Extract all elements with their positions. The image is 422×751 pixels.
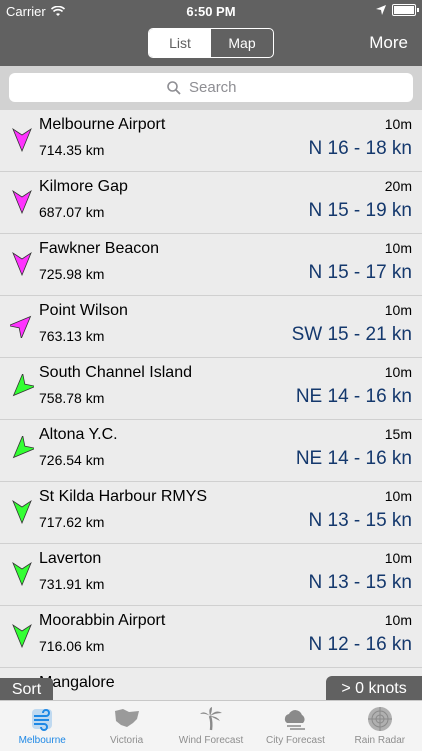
station-row[interactable]: Moorabbin Airport 716.06 km 10m N 12 - 16 k… — [0, 606, 422, 668]
status-bar: Carrier 6:50 PM — [0, 0, 422, 22]
station-wind-speed: SW 15 - 21 kn — [291, 324, 412, 345]
station-distance: 731.91 km — [39, 576, 105, 592]
station-distance: 726.54 km — [39, 452, 105, 468]
search-input[interactable] — [187, 78, 255, 97]
nav-bar: List Map More — [0, 22, 422, 66]
tab-city-forecast[interactable]: City Forecast — [253, 701, 337, 751]
station-distance: 763.13 km — [39, 328, 105, 344]
station-height: 10m — [384, 550, 412, 566]
tab-label-wind-forecast: Wind Forecast — [178, 735, 244, 746]
station-height: 20m — [384, 178, 412, 194]
search-icon — [167, 80, 181, 95]
station-height: 10m — [384, 302, 412, 318]
station-row[interactable]: South Channel Island 758.78 km 10m NE 14 - … — [0, 358, 422, 420]
map-icon — [112, 705, 142, 733]
station-wind-speed: NE 14 - 16 kn — [295, 448, 412, 469]
tab-melbourne[interactable]: Melbourne — [0, 701, 84, 751]
palm-tree-icon — [196, 705, 226, 733]
station-row[interactable]: Melbourne Airport 714.35 km 10m N 16 - 18 k… — [0, 110, 422, 172]
sort-button[interactable]: Sort — [0, 678, 53, 701]
wind-direction-arrow-icon — [12, 436, 34, 459]
wind-direction-arrow-icon — [12, 499, 32, 524]
tab-label-victoria: Victoria — [110, 735, 144, 746]
wind-direction-arrow-icon — [12, 623, 32, 648]
segment-list[interactable]: List — [149, 29, 211, 57]
station-row[interactable]: Altona Y.C. 726.54 km 15m NE 14 - 16 kn — [0, 420, 422, 482]
wind-direction-arrow-icon — [10, 315, 32, 338]
cloud-wind-icon — [280, 705, 310, 733]
station-name: Melbourne Airport — [39, 116, 166, 133]
station-distance: 758.78 km — [39, 390, 105, 406]
station-distance: 687.07 km — [39, 204, 105, 220]
station-name: Moorabbin Airport — [39, 612, 166, 629]
wind-direction-arrow-icon — [12, 127, 32, 152]
station-wind-speed: N 15 - 17 kn — [308, 262, 413, 283]
station-wind-speed: NE 14 - 16 kn — [295, 386, 412, 407]
station-name: South Channel Island — [39, 364, 192, 381]
segment-map[interactable]: Map — [211, 29, 273, 57]
status-time: 6:50 PM — [186, 4, 236, 19]
station-distance: 714.35 km — [39, 142, 105, 158]
tab-rain-radar[interactable]: Rain Radar — [338, 701, 422, 751]
station-name: Kilmore Gap — [39, 178, 128, 195]
tab-label-city-forecast: City Forecast — [265, 735, 325, 746]
station-name: Fawkner Beacon — [39, 240, 160, 257]
station-wind-speed: N 15 - 19 kn — [308, 200, 413, 221]
battery-icon — [392, 4, 419, 16]
station-height: 10m — [384, 240, 412, 256]
station-row[interactable]: Point Wilson 763.13 km 10m SW 15 - 21 kn — [0, 296, 422, 358]
station-name: Point Wilson — [39, 302, 128, 319]
radar-icon — [365, 705, 395, 733]
station-name: Laverton — [39, 550, 102, 567]
station-wind-speed: N 13 - 15 kn — [308, 572, 413, 593]
station-distance: 725.98 km — [39, 266, 105, 282]
search-field[interactable] — [9, 73, 413, 102]
station-row[interactable]: Fawkner Beacon 725.98 km 10m N 15 - 17 kn — [0, 234, 422, 296]
tab-label-melbourne: Melbourne — [18, 735, 66, 746]
wind-icon — [27, 705, 57, 733]
station-wind-speed: N 12 - 16 kn — [308, 634, 413, 655]
tab-bar: Melbourne Victoria Wind Forecast City Fo… — [0, 700, 422, 751]
view-segmented-control: List Map — [148, 28, 274, 58]
more-button[interactable]: More — [369, 33, 408, 53]
tab-label-rain-radar: Rain Radar — [354, 735, 406, 746]
wind-direction-arrow-icon — [12, 374, 34, 397]
station-row[interactable]: St Kilda Harbour RMYS 717.62 km 10m N 13 - … — [0, 482, 422, 544]
station-list: Melbourne Airport 714.35 km 10m N 16 - 18 k… — [0, 110, 422, 700]
wind-direction-arrow-icon — [12, 189, 32, 214]
station-distance: 716.06 km — [39, 638, 105, 654]
station-row[interactable]: Laverton 731.91 km 10m N 13 - 15 kn — [0, 544, 422, 606]
station-height: 15m — [384, 426, 412, 442]
search-bar — [0, 66, 422, 110]
wind-direction-arrow-icon — [12, 251, 32, 276]
station-distance: 717.62 km — [39, 514, 105, 530]
station-row[interactable]: Kilmore Gap 687.07 km 20m N 15 - 19 kn — [0, 172, 422, 234]
station-name: St Kilda Harbour RMYS — [39, 488, 208, 505]
station-height: 10m — [384, 364, 412, 380]
tab-wind-forecast[interactable]: Wind Forecast — [169, 701, 253, 751]
station-height: 10m — [384, 488, 412, 504]
station-wind-speed: N 13 - 15 kn — [308, 510, 413, 531]
station-name: Altona Y.C. — [39, 426, 118, 443]
station-height: 10m — [384, 612, 412, 628]
wind-direction-arrow-icon — [12, 561, 32, 586]
station-wind-speed: N 16 - 18 kn — [308, 138, 413, 159]
location-icon — [376, 5, 386, 15]
knots-filter-button[interactable]: > 0 knots — [326, 676, 422, 702]
station-height: 10m — [384, 116, 412, 132]
tab-victoria[interactable]: Victoria — [84, 701, 168, 751]
